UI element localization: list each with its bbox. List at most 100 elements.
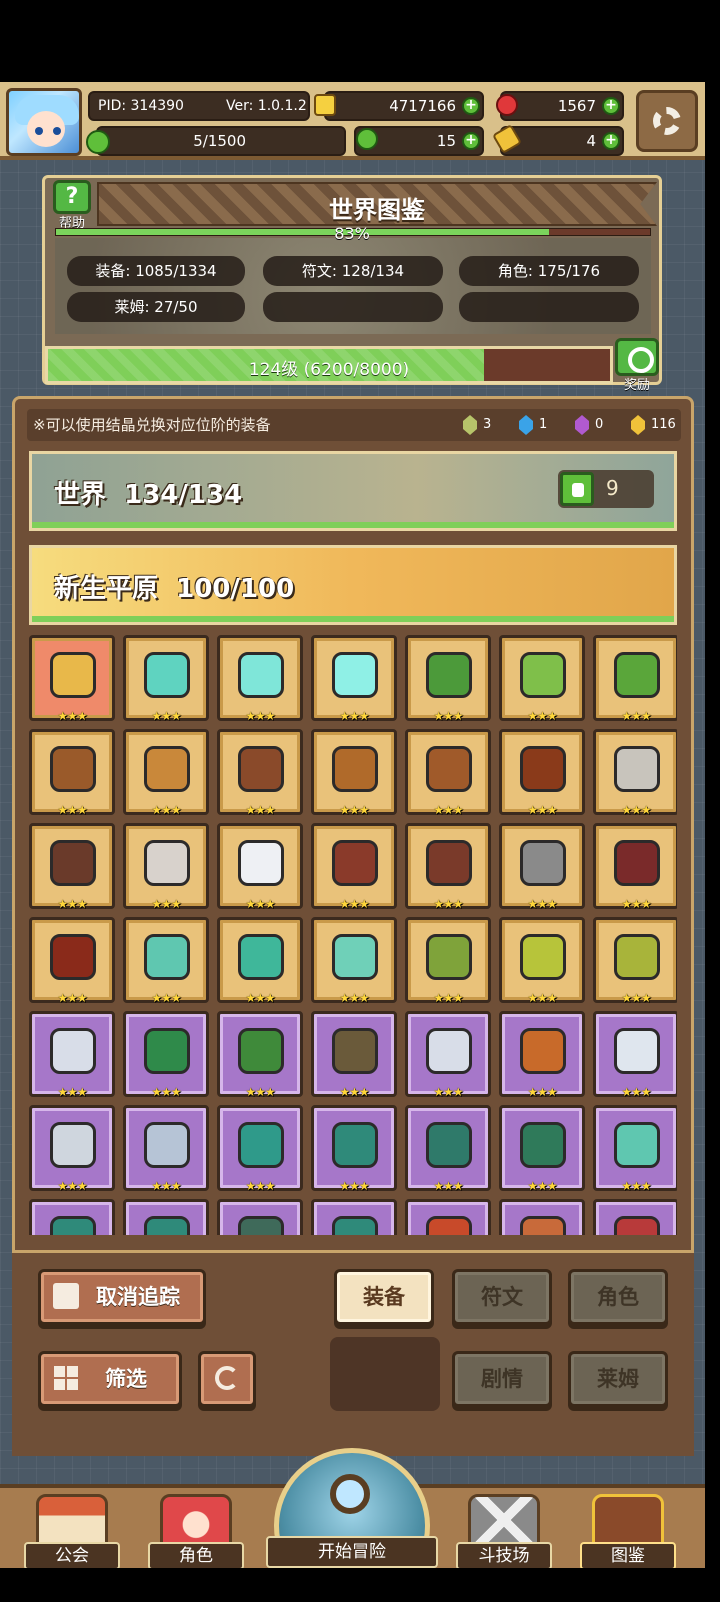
item-stars: ★★★ xyxy=(527,897,557,911)
refresh-button[interactable] xyxy=(198,1351,256,1407)
stat-rune: 符文: 128/134 xyxy=(263,256,443,286)
item-slot[interactable]: ★★★ xyxy=(405,635,491,723)
armor-icon xyxy=(520,652,566,698)
add-key-icon[interactable]: + xyxy=(602,132,620,150)
item-slot[interactable]: ★★★ xyxy=(29,635,115,723)
item-slot[interactable]: ★★★ xyxy=(217,917,303,1005)
item-slot[interactable]: ★★★ xyxy=(405,1011,491,1099)
add-ruby-icon[interactable]: + xyxy=(602,97,620,115)
item-slot[interactable]: ★★★ xyxy=(593,823,677,911)
character-icon xyxy=(160,1494,232,1546)
add-clover-icon[interactable]: + xyxy=(462,132,480,150)
item-slot[interactable]: ★★★ xyxy=(217,1011,303,1099)
dex-level-text: 124级 (6200/8000) xyxy=(248,360,410,380)
item-slot[interactable]: ★★★ xyxy=(123,917,209,1005)
item-slot[interactable]: ★★★ xyxy=(593,1105,677,1193)
staff-icon xyxy=(238,1122,284,1168)
item-slot[interactable]: ★★★ xyxy=(593,729,677,817)
item-slot[interactable]: ★★★ xyxy=(29,1199,115,1235)
item-slot[interactable]: ★★★ xyxy=(405,1105,491,1193)
item-slot[interactable]: ★★★ xyxy=(593,1199,677,1235)
nav-role[interactable]: 角色 xyxy=(148,1494,244,1568)
filter-button[interactable]: 筛选 xyxy=(38,1351,182,1407)
nav-guild-label: 公会 xyxy=(24,1542,120,1568)
help-button[interactable]: ? 帮助 xyxy=(49,180,95,231)
tab-equip-label: 装备 xyxy=(363,1285,405,1309)
item-slot[interactable]: ★★★ xyxy=(499,1011,585,1099)
item-slot[interactable]: ★★★ xyxy=(499,917,585,1005)
boots-icon xyxy=(144,1122,190,1168)
item-slot[interactable]: ★★★ xyxy=(311,823,397,911)
armor-icon xyxy=(614,1028,660,1074)
item-slot[interactable]: ★★★ xyxy=(499,1199,585,1235)
like-counter[interactable]: 9 xyxy=(558,470,654,508)
item-slot[interactable]: ★★★ xyxy=(217,1199,303,1235)
settings-button[interactable] xyxy=(636,90,698,152)
energy-value: 5/1500 xyxy=(193,132,246,150)
crystal-tip-text: ※可以使用结晶兑换对应位阶的装备 xyxy=(33,416,271,434)
item-slot[interactable]: ★★★ xyxy=(29,823,115,911)
item-slot[interactable]: ★★★ xyxy=(311,1011,397,1099)
item-slot[interactable]: ★★★ xyxy=(499,823,585,911)
item-slot[interactable]: ★★★ xyxy=(311,1199,397,1235)
region-count: 100/100 xyxy=(176,574,295,604)
item-slot[interactable]: ★★★ xyxy=(405,1199,491,1235)
tab-role[interactable]: 角色 xyxy=(568,1269,668,1325)
item-slot[interactable]: ★★★ xyxy=(217,1105,303,1193)
necklace-icon xyxy=(426,840,472,886)
item-slot[interactable]: ★★★ xyxy=(405,917,491,1005)
region-banner[interactable]: 新生平原 100/100 xyxy=(29,545,677,625)
item-slot[interactable]: ★★★ xyxy=(123,1199,209,1235)
item-stars: ★★★ xyxy=(433,991,463,1005)
item-slot[interactable]: ★★★ xyxy=(123,1011,209,1099)
necklace-icon xyxy=(238,1216,284,1235)
crystal-count: 1 xyxy=(539,417,548,432)
item-slot[interactable]: ★★★ xyxy=(311,917,397,1005)
tab-story[interactable]: 剧情 xyxy=(452,1351,552,1407)
item-slot[interactable]: ★★★ xyxy=(123,635,209,723)
guild-icon xyxy=(36,1494,108,1546)
nav-guild[interactable]: 公会 xyxy=(24,1494,120,1568)
tab-slime[interactable]: 莱姆 xyxy=(568,1351,668,1407)
item-slot[interactable]: ★★★ xyxy=(499,1105,585,1193)
tab-rune[interactable]: 符文 xyxy=(452,1269,552,1325)
world-banner[interactable]: 世界 134/134 9 xyxy=(29,451,677,531)
add-gold-icon[interactable]: + xyxy=(462,97,480,115)
item-slot[interactable]: ★★★ xyxy=(217,823,303,911)
item-slot[interactable]: ★★★ xyxy=(311,729,397,817)
avatar[interactable] xyxy=(6,88,82,156)
pid-version-pill: PID: 314390 Ver: 1.0.1.2 xyxy=(88,91,310,121)
item-slot[interactable]: ★★★ xyxy=(29,1011,115,1099)
item-slot[interactable]: ★★★ xyxy=(499,635,585,723)
nav-role-label: 角色 xyxy=(148,1542,244,1568)
reward-button[interactable]: 奖励 xyxy=(611,338,663,393)
armor-icon xyxy=(238,1028,284,1074)
item-slot[interactable]: ★★★ xyxy=(593,1011,677,1099)
nav-arena[interactable]: 斗技场 xyxy=(456,1494,552,1568)
item-slot[interactable]: ★★★ xyxy=(29,1105,115,1193)
item-slot[interactable]: ★★★ xyxy=(499,729,585,817)
item-slot[interactable]: ★★★ xyxy=(593,917,677,1005)
item-slot[interactable]: ★★★ xyxy=(311,635,397,723)
tab-equip[interactable]: 装备 xyxy=(334,1269,434,1325)
item-slot[interactable]: ★★★ xyxy=(123,1105,209,1193)
sword-icon xyxy=(520,840,566,886)
item-slot[interactable]: ★★★ xyxy=(405,823,491,911)
item-slot[interactable]: ★★★ xyxy=(29,917,115,1005)
item-stars: ★★★ xyxy=(245,1179,275,1193)
gold-value: 4717166 xyxy=(389,97,456,115)
item-slot[interactable]: ★★★ xyxy=(405,729,491,817)
nav-start-adventure[interactable]: 开始冒险 xyxy=(266,1448,438,1568)
nav-dex[interactable]: 图鉴 xyxy=(580,1494,676,1568)
item-slot[interactable]: ★★★ xyxy=(123,729,209,817)
item-slot[interactable]: ★★★ xyxy=(217,729,303,817)
untrack-button[interactable]: 取消追踪 xyxy=(38,1269,206,1325)
item-slot[interactable]: ★★★ xyxy=(123,823,209,911)
item-slot[interactable]: ★★★ xyxy=(593,635,677,723)
staff-icon xyxy=(144,652,190,698)
item-stars: ★★★ xyxy=(57,897,87,911)
item-slot[interactable]: ★★★ xyxy=(217,635,303,723)
item-stars: ★★★ xyxy=(339,709,369,723)
item-slot[interactable]: ★★★ xyxy=(29,729,115,817)
item-slot[interactable]: ★★★ xyxy=(311,1105,397,1193)
